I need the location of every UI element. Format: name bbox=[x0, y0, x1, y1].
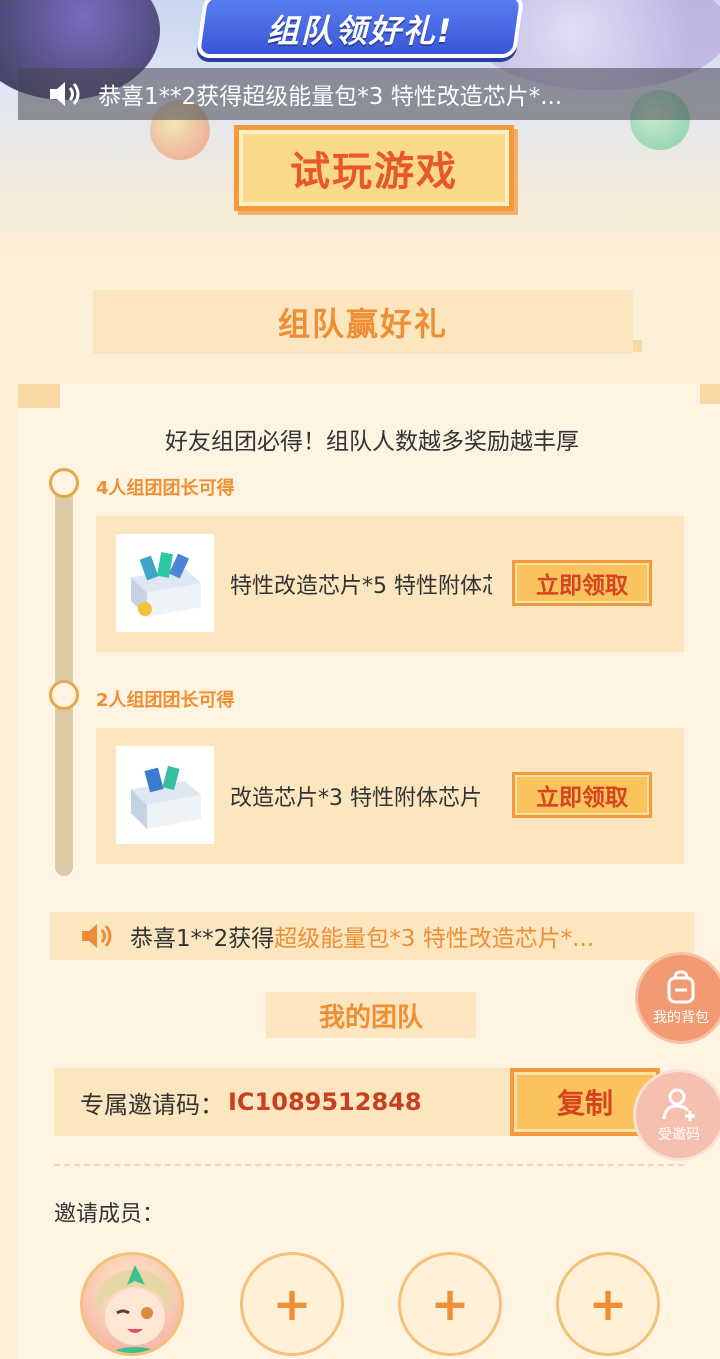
reward-text: 改造芯片*3 特性附体芯片 bbox=[230, 728, 492, 864]
my-bag-label: 我的背包 bbox=[653, 1009, 709, 1026]
announcement-prefix: 恭喜1**2获得 bbox=[130, 926, 275, 952]
hero-title: 组队领好礼! bbox=[266, 12, 454, 50]
timeline-node bbox=[49, 680, 79, 710]
reward-text: 特性改造芯片*5 特性附体芯片 bbox=[230, 516, 492, 652]
add-member-slot[interactable]: + bbox=[240, 1252, 344, 1356]
reward-text-content: 特性改造芯片*5 特性附体芯片 bbox=[230, 574, 492, 599]
reward-card: 特性改造芯片*5 特性附体芯片 立即领取 bbox=[96, 516, 684, 652]
section-title: 组队赢好礼 bbox=[93, 290, 633, 354]
timeline-node bbox=[49, 468, 79, 498]
speaker-icon bbox=[50, 82, 80, 106]
plus-icon: + bbox=[588, 1277, 628, 1331]
reward-card: 改造芯片*3 特性附体芯片 立即领取 bbox=[96, 728, 684, 864]
add-member-slot[interactable]: + bbox=[556, 1252, 660, 1356]
claim-button[interactable]: 立即领取 bbox=[512, 772, 652, 818]
invite-code-label: 专属邀请码： bbox=[80, 1090, 224, 1119]
speaker-icon bbox=[82, 924, 112, 948]
announcement-marquee: 恭喜1**2获得超级能量包*3 特性改造芯片*... bbox=[18, 68, 720, 120]
reward-text-content: 改造芯片*3 特性附体芯片 bbox=[230, 786, 482, 811]
claim-button[interactable]: 立即领取 bbox=[512, 560, 652, 606]
invited-code-button[interactable]: 受邀码 bbox=[636, 1072, 720, 1158]
tier-label: 2人组团团长可得 bbox=[96, 690, 235, 711]
plus-icon: + bbox=[272, 1277, 312, 1331]
plus-icon: + bbox=[430, 1277, 470, 1331]
announcement-highlight: 超级能量包*3 特性改造芯片*... bbox=[274, 926, 595, 952]
avatar bbox=[80, 1252, 184, 1356]
my-team-title: 我的团队 bbox=[266, 992, 476, 1038]
add-member-slot[interactable]: + bbox=[398, 1252, 502, 1356]
reward-box-image bbox=[116, 746, 214, 844]
add-user-icon bbox=[662, 1088, 695, 1121]
reward-chest-icon bbox=[131, 552, 201, 617]
try-game-button[interactable]: 试玩游戏 bbox=[234, 125, 514, 211]
backpack-icon bbox=[667, 969, 695, 1003]
divider bbox=[54, 1164, 684, 1166]
invited-code-label: 受邀码 bbox=[658, 1126, 700, 1143]
reward-box-image bbox=[116, 534, 214, 632]
pixel-decoration bbox=[18, 384, 60, 408]
announcement-marquee-bottom: 恭喜1**2获得 超级能量包*3 特性改造芯片*... bbox=[50, 912, 694, 960]
announcement-text: 恭喜1**2获得超级能量包*3 特性改造芯片*... bbox=[98, 84, 563, 110]
my-bag-button[interactable]: 我的背包 bbox=[638, 955, 720, 1041]
invite-code-value: IC1089512848 bbox=[228, 1088, 422, 1116]
tier-label: 4人组团团长可得 bbox=[96, 478, 235, 499]
reward-chest-icon bbox=[131, 765, 201, 829]
pixel-decoration bbox=[700, 384, 720, 404]
members-label: 邀请成员： bbox=[54, 1202, 165, 1227]
reward-subtitle: 好友组团必得！组队人数越多奖励越丰厚 bbox=[165, 429, 579, 455]
